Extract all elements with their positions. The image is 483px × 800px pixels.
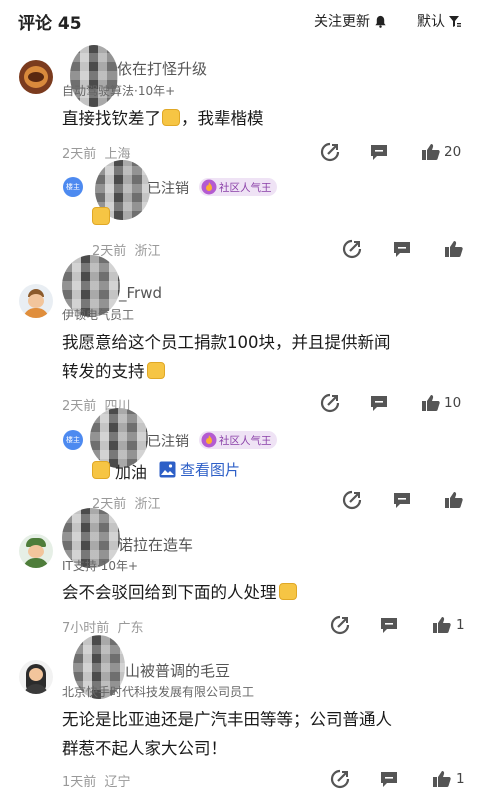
avatar[interactable] <box>19 284 53 318</box>
comment-username[interactable]: _Frwd <box>119 284 162 302</box>
comment-icon[interactable] <box>392 239 412 259</box>
comment-text: 直接找钦差了 ，我辈楷模 <box>62 109 264 128</box>
comment-text-line: 转发的支持 <box>62 357 165 386</box>
comment-icon[interactable] <box>392 490 412 510</box>
like-count: 1 <box>456 617 465 633</box>
comment-meta: 7小时前 广东 <box>62 621 144 636</box>
comments-header: 评论 45 关注更新 默认 <box>0 0 483 40</box>
sort-label: 默认 <box>417 14 445 30</box>
emoji-icon <box>146 362 165 379</box>
emoji-icon <box>278 583 297 600</box>
share-icon[interactable] <box>320 393 340 413</box>
follow-updates-label: 关注更新 <box>314 14 370 30</box>
follow-updates-button[interactable]: 关注更新 <box>314 11 387 31</box>
like-count: 10 <box>444 395 462 411</box>
host-badge: 楼主 <box>63 430 83 450</box>
comment-icon[interactable] <box>369 142 389 162</box>
reply-meta: 2天前 浙江 <box>92 244 161 259</box>
reply-text: 加油 <box>115 463 148 482</box>
thumbs-up-icon[interactable] <box>421 142 441 162</box>
comment-username[interactable]: 诺拉在造车 <box>118 534 193 555</box>
comment-text-line: 会不会驳回给到下面的人处理 <box>62 578 297 607</box>
reply-username[interactable]: 已注销 <box>147 431 189 451</box>
emoji-icon <box>162 109 180 126</box>
thumbs-up-icon[interactable] <box>432 769 452 789</box>
share-icon[interactable] <box>320 142 340 162</box>
comment-user-subtitle: IT支持·10年+ <box>62 559 139 573</box>
thumbs-up-icon[interactable] <box>444 239 464 259</box>
share-icon[interactable] <box>342 490 362 510</box>
comments-count-title: 评论 45 <box>18 14 82 34</box>
thumbs-up-icon[interactable] <box>421 393 441 413</box>
community-star-badge: 社区人气王 <box>199 431 277 449</box>
emoji-icon <box>92 207 110 225</box>
comment-text-line: 群惹不起人家大公司！ <box>62 739 227 758</box>
comment-text-line: 我愿意给这个员工捐款100块，并且提供新闻 <box>62 333 391 352</box>
comment-icon[interactable] <box>379 769 399 789</box>
comment-user-subtitle: 北京快手时代科技发展有限公司员工 <box>62 685 255 699</box>
reply-username[interactable]: 已注销 <box>147 178 189 198</box>
filter-icon <box>449 15 461 27</box>
fire-icon <box>201 432 217 448</box>
sort-dropdown[interactable]: 默认 <box>417 11 462 31</box>
comment-user-subtitle: 伊顿电气员工 <box>62 308 135 322</box>
avatar[interactable] <box>19 660 53 694</box>
emoji-icon <box>92 461 110 479</box>
community-star-badge: 社区人气王 <box>199 178 277 196</box>
like-count: 20 <box>444 144 462 160</box>
image-icon <box>159 461 176 478</box>
share-icon[interactable] <box>330 769 350 789</box>
view-image-link[interactable]: 查看图片 <box>159 459 240 480</box>
comment-username[interactable]: 山被普调的毛豆 <box>125 660 230 681</box>
like-count: 1 <box>456 771 465 787</box>
comment-meta: 1天前 辽宁 <box>62 775 131 790</box>
share-icon[interactable] <box>342 239 362 259</box>
comment-icon[interactable] <box>379 615 399 635</box>
avatar[interactable] <box>19 60 53 94</box>
thumbs-up-icon[interactable] <box>432 615 452 635</box>
avatar[interactable] <box>19 534 53 568</box>
share-icon[interactable] <box>330 615 350 635</box>
bell-icon <box>375 15 386 28</box>
comment-text-line: 无论是比亚迪还是广汽丰田等等；公司普通人 <box>62 710 392 729</box>
thumbs-up-icon[interactable] <box>444 490 464 510</box>
comment-username[interactable]: 依在打怪升级 <box>117 58 207 79</box>
host-badge: 楼主 <box>63 177 83 197</box>
reply-meta: 2天前 浙江 <box>92 497 161 512</box>
comment-icon[interactable] <box>369 393 389 413</box>
fire-icon <box>201 179 217 195</box>
comment-user-subtitle: 自动驾驶算法·10年+ <box>62 84 176 98</box>
